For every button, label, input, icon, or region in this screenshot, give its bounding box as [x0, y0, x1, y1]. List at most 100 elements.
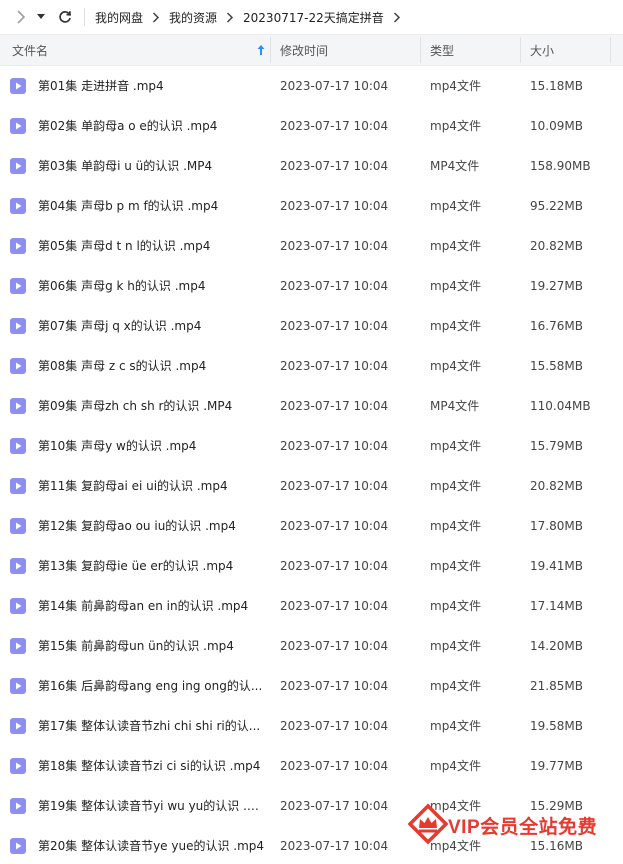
file-modified-date: 2023-07-17 10:04 — [280, 759, 389, 773]
file-name: 第07集 声母j q x的认识 .mp4 — [38, 319, 202, 333]
video-file-icon — [10, 318, 26, 334]
file-size: 158.90MB — [530, 159, 591, 173]
chevron-right-icon[interactable] — [390, 10, 404, 24]
refresh-button[interactable] — [54, 6, 76, 28]
sort-ascending-icon[interactable] — [256, 44, 266, 56]
video-file-icon — [10, 598, 26, 614]
file-row[interactable]: 第08集 声母 z c s的认识 .mp4 2023-07-17 10:04 mp4… — [0, 346, 623, 386]
file-row[interactable]: 第07集 声母j q x的认识 .mp4 2023-07-17 10:04 mp4文… — [0, 306, 623, 346]
file-row[interactable]: 第03集 单韵母i u ü的认识 .MP4 2023-07-17 10:04 MP4… — [0, 146, 623, 186]
breadcrumb-item[interactable]: 我的资源 — [169, 9, 217, 26]
file-row[interactable]: 第04集 声母b p m f的认识 .mp4 2023-07-17 10:04 mp… — [0, 186, 623, 226]
file-type: mp4文件 — [430, 679, 481, 693]
file-type: mp4文件 — [430, 759, 481, 773]
column-type[interactable]: 类型 — [430, 35, 454, 65]
file-size: 19.58MB — [530, 719, 583, 733]
video-file-icon — [10, 198, 26, 214]
video-file-icon — [10, 638, 26, 654]
column-divider[interactable] — [420, 37, 421, 63]
file-size: 16.76MB — [530, 319, 583, 333]
file-row[interactable]: 第01集 走进拼音 .mp4 2023-07-17 10:04 mp4文件 15.18… — [0, 66, 623, 106]
file-modified-date: 2023-07-17 10:04 — [280, 679, 389, 693]
column-name-label: 文件名 — [12, 43, 49, 58]
vip-promo-badge[interactable]: VIP会员全站免费 — [402, 796, 608, 852]
file-modified-date: 2023-07-17 10:04 — [280, 599, 389, 613]
file-name: 第17集 整体认读音节zhi chi shi ri的认... — [38, 719, 261, 733]
file-type: mp4文件 — [430, 519, 481, 533]
file-type: mp4文件 — [430, 559, 481, 573]
file-row[interactable]: 第18集 整体认读音节zi ci si的认识 .mp4 2023-07-17 10… — [0, 746, 623, 786]
file-row[interactable]: 第09集 声母zh ch sh r的认识 .MP4 2023-07-17 10:0… — [0, 386, 623, 426]
file-name: 第12集 复韵母ao ou iu的认识 .mp4 — [38, 519, 236, 533]
file-size: 110.04MB — [530, 399, 591, 413]
file-row[interactable]: 第17集 整体认读音节zhi chi shi ri的认... 2023-07-17… — [0, 706, 623, 746]
video-file-icon — [10, 838, 26, 854]
file-size: 15.79MB — [530, 439, 583, 453]
file-size: 17.80MB — [530, 519, 583, 533]
history-dropdown-button[interactable] — [34, 6, 48, 28]
file-row[interactable]: 第16集 后鼻韵母ang eng ing ong的认... 2023-07-17 … — [0, 666, 623, 706]
file-row[interactable]: 第06集 声母g k h的认识 .mp4 2023-07-17 10:04 mp4文… — [0, 266, 623, 306]
file-row[interactable]: 第12集 复韵母ao ou iu的认识 .mp4 2023-07-17 10:04… — [0, 506, 623, 546]
video-file-icon — [10, 798, 26, 814]
column-divider[interactable] — [270, 37, 271, 63]
column-header: 文件名 修改时间 类型 大小 — [0, 34, 623, 66]
file-type: mp4文件 — [430, 479, 481, 493]
file-modified-date: 2023-07-17 10:04 — [280, 79, 389, 93]
file-type: mp4文件 — [430, 119, 481, 133]
back-button[interactable] — [10, 6, 32, 28]
file-row[interactable]: 第11集 复韵母ai ei ui的认识 .mp4 2023-07-17 10:04… — [0, 466, 623, 506]
file-size: 19.41MB — [530, 559, 583, 573]
file-name: 第19集 整体认读音节yi wu yu的认识 .m... — [38, 799, 266, 813]
file-name: 第04集 声母b p m f的认识 .mp4 — [38, 199, 219, 213]
file-size: 19.27MB — [530, 279, 583, 293]
toolbar: 我的网盘 我的资源 20230717-22天搞定拼音 — [0, 0, 623, 34]
file-size: 20.82MB — [530, 239, 583, 253]
video-file-icon — [10, 718, 26, 734]
file-type: mp4文件 — [430, 319, 481, 333]
file-modified-date: 2023-07-17 10:04 — [280, 119, 389, 133]
column-type-label: 类型 — [430, 43, 455, 58]
crown-logo-icon — [407, 803, 449, 845]
file-row[interactable]: 第15集 前鼻韵母un ün的认识 .mp4 2023-07-17 10:04 mp… — [0, 626, 623, 666]
column-size[interactable]: 大小 — [530, 35, 554, 65]
column-name[interactable]: 文件名 — [12, 35, 48, 65]
file-row[interactable]: 第14集 前鼻韵母an en in的认识 .mp4 2023-07-17 10:0… — [0, 586, 623, 626]
video-file-icon — [10, 78, 26, 94]
column-divider[interactable] — [610, 37, 611, 63]
file-size: 15.18MB — [530, 79, 583, 93]
file-modified-date: 2023-07-17 10:04 — [280, 639, 389, 653]
video-file-icon — [10, 478, 26, 494]
video-file-icon — [10, 558, 26, 574]
file-modified-date: 2023-07-17 10:04 — [280, 359, 389, 373]
column-modified-label: 修改时间 — [280, 43, 329, 58]
file-name: 第09集 声母zh ch sh r的认识 .MP4 — [38, 399, 233, 413]
file-type: mp4文件 — [430, 279, 481, 293]
file-modified-date: 2023-07-17 10:04 — [280, 239, 389, 253]
file-modified-date: 2023-07-17 10:04 — [280, 399, 389, 413]
file-name: 第02集 单韵母a o e的认识 .mp4 — [38, 119, 218, 133]
video-file-icon — [10, 438, 26, 454]
file-row[interactable]: 第02集 单韵母a o e的认识 .mp4 2023-07-17 10:04 mp4… — [0, 106, 623, 146]
file-type: mp4文件 — [430, 239, 481, 253]
file-name: 第14集 前鼻韵母an en in的认识 .mp4 — [38, 599, 249, 613]
column-modified[interactable]: 修改时间 — [280, 35, 328, 65]
column-divider[interactable] — [520, 37, 521, 63]
file-type: mp4文件 — [430, 719, 481, 733]
file-size: 20.82MB — [530, 479, 583, 493]
file-modified-date: 2023-07-17 10:04 — [280, 279, 389, 293]
file-row[interactable]: 第13集 复韵母ie üe er的认识 .mp4 2023-07-17 10:04… — [0, 546, 623, 586]
file-modified-date: 2023-07-17 10:04 — [280, 719, 389, 733]
file-row[interactable]: 第10集 声母y w的认识 .mp4 2023-07-17 10:04 mp4文件 1… — [0, 426, 623, 466]
file-name: 第10集 声母y w的认识 .mp4 — [38, 439, 197, 453]
file-size: 95.22MB — [530, 199, 583, 213]
file-modified-date: 2023-07-17 10:04 — [280, 199, 389, 213]
breadcrumb-item[interactable]: 我的网盘 — [95, 9, 143, 26]
breadcrumb-item[interactable]: 20230717-22天搞定拼音 — [243, 9, 384, 26]
file-type: mp4文件 — [430, 199, 481, 213]
file-row[interactable]: 第05集 声母d t n l的认识 .mp4 2023-07-17 10:04 mp… — [0, 226, 623, 266]
file-size: 17.14MB — [530, 599, 583, 613]
vip-promo-text: VIP会员全站免费 — [448, 817, 598, 838]
file-type: MP4文件 — [430, 399, 480, 413]
file-name: 第20集 整体认读音节ye yue的认识 .mp4 — [38, 839, 265, 853]
